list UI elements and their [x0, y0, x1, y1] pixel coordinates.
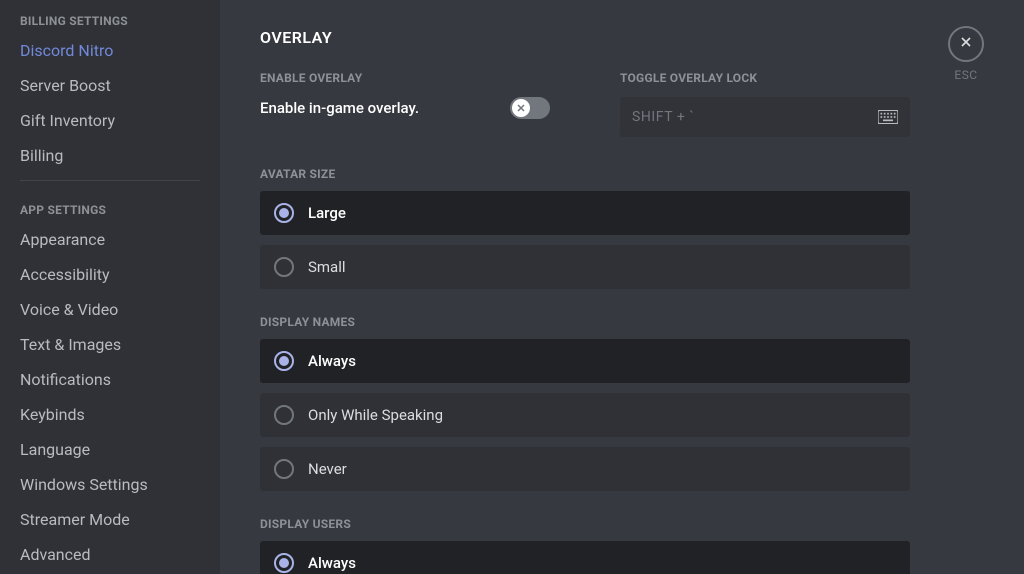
avatar-size-header: AVATAR SIZE	[260, 167, 910, 181]
display-users-option-always[interactable]: Always	[260, 541, 910, 574]
radio-icon	[274, 203, 294, 223]
toggle-lock-header: TOGGLE OVERLAY LOCK	[620, 71, 910, 85]
toggle-knob	[512, 99, 530, 117]
display-names-option-always[interactable]: Always	[260, 339, 910, 383]
sidebar-item-keybinds[interactable]: Keybinds	[10, 398, 210, 431]
sidebar-header-app: APP SETTINGS	[10, 189, 210, 223]
sidebar-item-advanced[interactable]: Advanced	[10, 538, 210, 571]
close-area: ESC	[948, 26, 984, 82]
sidebar-item-gift-inventory[interactable]: Gift Inventory	[10, 104, 210, 137]
radio-icon	[274, 553, 294, 573]
option-label: Never	[308, 460, 347, 478]
page-title: OVERLAY	[260, 28, 910, 47]
option-label: Always	[308, 352, 356, 370]
sidebar-divider	[20, 180, 200, 181]
radio-icon	[274, 405, 294, 425]
main-content: ESC OVERLAY ENABLE OVERLAY Enable in-gam…	[220, 0, 1024, 574]
avatar-size-option-small[interactable]: Small	[260, 245, 910, 289]
esc-label: ESC	[948, 68, 984, 82]
toggle-off-icon	[515, 99, 527, 118]
close-icon	[958, 34, 974, 54]
avatar-size-option-large[interactable]: Large	[260, 191, 910, 235]
option-label: Only While Speaking	[308, 406, 443, 424]
display-names-header: DISPLAY NAMES	[260, 315, 910, 329]
sidebar-item-server-boost[interactable]: Server Boost	[10, 69, 210, 102]
sidebar-item-language[interactable]: Language	[10, 433, 210, 466]
sidebar-item-voice-video[interactable]: Voice & Video	[10, 293, 210, 326]
sidebar-item-notifications[interactable]: Notifications	[10, 363, 210, 396]
display-names-option-never[interactable]: Never	[260, 447, 910, 491]
sidebar-item-text-images[interactable]: Text & Images	[10, 328, 210, 361]
radio-icon	[274, 257, 294, 277]
sidebar-header-billing: BILLING SETTINGS	[10, 0, 210, 34]
option-label: Always	[308, 554, 356, 572]
enable-overlay-label: Enable in-game overlay.	[260, 99, 419, 117]
settings-sidebar: BILLING SETTINGS Discord Nitro Server Bo…	[0, 0, 220, 574]
option-label: Large	[308, 204, 346, 222]
keyboard-icon	[878, 110, 898, 124]
close-button[interactable]	[948, 26, 984, 62]
enable-overlay-toggle[interactable]	[510, 97, 550, 119]
display-names-option-only-while-speaking[interactable]: Only While Speaking	[260, 393, 910, 437]
option-label: Small	[308, 258, 346, 276]
sidebar-item-accessibility[interactable]: Accessibility	[10, 258, 210, 291]
radio-icon	[274, 351, 294, 371]
sidebar-item-windows-settings[interactable]: Windows Settings	[10, 468, 210, 501]
hotkey-value: SHIFT + `	[632, 109, 694, 125]
sidebar-item-streamer-mode[interactable]: Streamer Mode	[10, 503, 210, 536]
radio-icon	[274, 459, 294, 479]
sidebar-item-discord-nitro[interactable]: Discord Nitro	[10, 34, 210, 67]
sidebar-item-appearance[interactable]: Appearance	[10, 223, 210, 256]
hotkey-input[interactable]: SHIFT + `	[620, 97, 910, 137]
enable-overlay-header: ENABLE OVERLAY	[260, 71, 550, 85]
sidebar-item-billing[interactable]: Billing	[10, 139, 210, 172]
display-users-header: DISPLAY USERS	[260, 517, 910, 531]
